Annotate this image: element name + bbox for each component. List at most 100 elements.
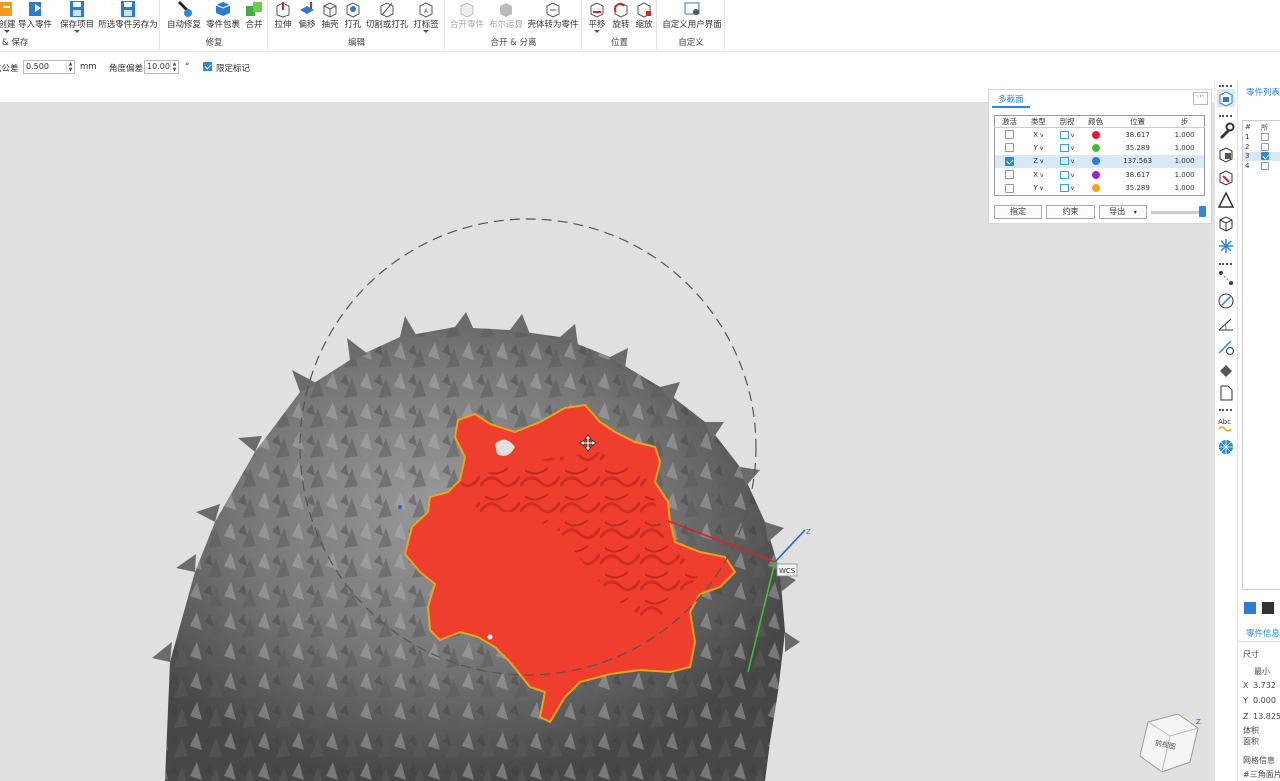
more-options-button[interactable]: ··· bbox=[1193, 92, 1208, 105]
step-cell[interactable]: 1.000 bbox=[1165, 154, 1205, 168]
color-cell[interactable] bbox=[1081, 168, 1110, 182]
section-row[interactable]: Yv v 35.289 1.000 bbox=[995, 141, 1205, 155]
section-view-cell[interactable]: v bbox=[1053, 168, 1082, 182]
constraint-button[interactable]: 约束 bbox=[1046, 205, 1095, 219]
measure-diameter-icon[interactable] bbox=[1217, 292, 1235, 310]
section-view-cell[interactable]: v bbox=[1052, 154, 1082, 168]
section-box-icon[interactable] bbox=[1217, 145, 1235, 163]
active-checkbox[interactable] bbox=[1005, 170, 1015, 180]
part-list-row[interactable]: 3 bbox=[1243, 152, 1280, 161]
punch-button[interactable]: 打孔 bbox=[341, 0, 365, 38]
color-cell[interactable] bbox=[1081, 141, 1110, 155]
merge-button[interactable]: 合并 bbox=[241, 0, 267, 38]
wireframe-box-icon[interactable] bbox=[1217, 214, 1235, 232]
shell-to-part-button[interactable]: 壳体转为零件 bbox=[526, 0, 580, 38]
save-selected-as-button[interactable]: 所选零件另存为 bbox=[98, 0, 158, 38]
part-visible-checkbox[interactable] bbox=[1261, 133, 1269, 141]
angle-input[interactable]: 10.00 ▲ ▼ bbox=[144, 60, 179, 74]
hammer-icon[interactable] bbox=[1217, 361, 1235, 379]
import-part-button[interactable]: 导入零件 bbox=[16, 0, 54, 38]
part-list-row[interactable]: 1 bbox=[1243, 133, 1280, 142]
tab-part-list[interactable]: 零件列表 bbox=[1246, 86, 1280, 98]
color-cell[interactable] bbox=[1081, 182, 1110, 196]
boolean-button[interactable]: 布尔运算 bbox=[487, 0, 525, 38]
color-swatch[interactable] bbox=[1091, 170, 1100, 179]
part-visible-checkbox[interactable] bbox=[1261, 161, 1269, 170]
section-view-cell[interactable]: v bbox=[1053, 182, 1082, 196]
type-cell[interactable]: Yv bbox=[1024, 141, 1053, 155]
step-cell[interactable]: 1.000 bbox=[1165, 182, 1204, 196]
pick-point-marker[interactable] bbox=[487, 634, 493, 640]
part-list-row[interactable]: 4 bbox=[1243, 161, 1280, 171]
text-annotation-icon[interactable]: Abc bbox=[1217, 415, 1235, 433]
label-button[interactable]: A 打标签 bbox=[411, 0, 441, 38]
scale-button[interactable]: 缩放 bbox=[632, 0, 656, 38]
step-cell[interactable]: 1.000 bbox=[1165, 128, 1204, 142]
type-cell[interactable]: Xv bbox=[1024, 128, 1053, 142]
color-swatch[interactable] bbox=[1091, 157, 1100, 166]
step-slider-thumb[interactable] bbox=[1199, 206, 1206, 217]
section-row[interactable]: Xv v 38.617 1.000 bbox=[995, 128, 1205, 142]
section-view-cell[interactable]: v bbox=[1053, 128, 1082, 142]
part-list-row[interactable]: 2 bbox=[1243, 142, 1280, 152]
active-checkbox[interactable] bbox=[1005, 130, 1015, 139]
pick-point-marker[interactable] bbox=[398, 505, 402, 509]
step-slider[interactable] bbox=[1151, 206, 1206, 217]
export-button[interactable]: 导出 ▾ bbox=[1099, 205, 1147, 219]
position-cell[interactable]: 38.617 bbox=[1110, 128, 1165, 142]
section-plane-icon[interactable] bbox=[1217, 168, 1235, 186]
position-cell[interactable]: 137.563 bbox=[1109, 154, 1166, 168]
section-row[interactable]: Zv v 137.563 1.000 bbox=[994, 154, 1205, 168]
part-visible-checkbox[interactable] bbox=[1261, 142, 1269, 151]
save-project-button[interactable]: 保存项目 bbox=[59, 0, 95, 38]
measure-line-icon[interactable] bbox=[1217, 338, 1235, 356]
part-tools-icon[interactable] bbox=[1242, 600, 1280, 618]
position-cell[interactable]: 35.289 bbox=[1110, 182, 1165, 196]
type-cell[interactable]: Yv bbox=[1024, 182, 1053, 196]
rotate-button[interactable]: 旋转 bbox=[609, 0, 633, 38]
type-cell[interactable]: Xv bbox=[1024, 168, 1053, 182]
auto-repair-button[interactable]: 自动修复 bbox=[165, 0, 203, 38]
color-swatch[interactable] bbox=[1091, 143, 1100, 152]
measure-angle-icon[interactable] bbox=[1217, 191, 1235, 209]
part-visible-checkbox[interactable] bbox=[1261, 152, 1269, 160]
step-cell[interactable]: 1.000 bbox=[1165, 141, 1204, 155]
tolerance-spinner-icon[interactable]: ▲ ▼ bbox=[66, 61, 74, 73]
color-cell[interactable] bbox=[1081, 154, 1110, 168]
active-checkbox[interactable] bbox=[1005, 183, 1015, 193]
translate-button[interactable]: 平移 bbox=[585, 0, 609, 38]
color-cell[interactable] bbox=[1081, 128, 1110, 142]
mesh-grid-icon[interactable] bbox=[1217, 438, 1235, 456]
offset-button[interactable]: 偏移 bbox=[295, 0, 319, 38]
merge-parts-button[interactable]: 合开零件 bbox=[448, 0, 486, 38]
color-swatch[interactable] bbox=[1091, 184, 1100, 192]
assign-button[interactable]: 指定 bbox=[994, 205, 1042, 219]
position-cell[interactable]: 38.617 bbox=[1110, 168, 1165, 182]
snowflake-icon[interactable] bbox=[1217, 237, 1235, 255]
section-row[interactable]: Xv v 38.617 1.000 bbox=[995, 168, 1205, 182]
view-cube[interactable]: 前视图 Z bbox=[1139, 713, 1201, 773]
angle-spinner-icon[interactable]: ▲ ▼ bbox=[170, 61, 178, 73]
measure-angle-lines-icon[interactable] bbox=[1217, 315, 1235, 333]
tolerance-input[interactable]: 0.500 ▲ ▼ bbox=[23, 60, 75, 74]
cut-or-punch-button[interactable]: 切割或打孔 bbox=[365, 0, 409, 38]
color-swatch[interactable] bbox=[1091, 130, 1100, 139]
custom-ui-button[interactable]: 自定义用户界面 bbox=[660, 0, 724, 38]
type-cell[interactable]: Zv bbox=[1024, 154, 1053, 168]
measure-distance-icon[interactable] bbox=[1217, 269, 1235, 287]
active-checkbox[interactable] bbox=[1005, 156, 1015, 166]
multi-section-icon[interactable] bbox=[1217, 89, 1235, 107]
document-icon[interactable] bbox=[1217, 384, 1235, 402]
shell-button[interactable]: 抽壳 bbox=[318, 0, 342, 38]
step-cell[interactable]: 1.000 bbox=[1165, 168, 1204, 182]
part-wrap-button[interactable]: 零件包裹 bbox=[204, 0, 242, 38]
tab-multi-section[interactable]: 多截面 bbox=[992, 92, 1030, 108]
wrench-icon[interactable] bbox=[1217, 122, 1235, 140]
limit-marker-checkbox[interactable] bbox=[203, 62, 212, 71]
section-row[interactable]: Yv v 35.289 1.000 bbox=[995, 182, 1205, 196]
tab-part-info[interactable]: 零件信息 bbox=[1246, 627, 1280, 639]
extrude-button[interactable]: 拉伸 bbox=[271, 0, 295, 38]
section-view-cell[interactable]: v bbox=[1053, 141, 1082, 155]
position-cell[interactable]: 35.289 bbox=[1110, 141, 1165, 155]
active-checkbox[interactable] bbox=[1005, 143, 1015, 153]
